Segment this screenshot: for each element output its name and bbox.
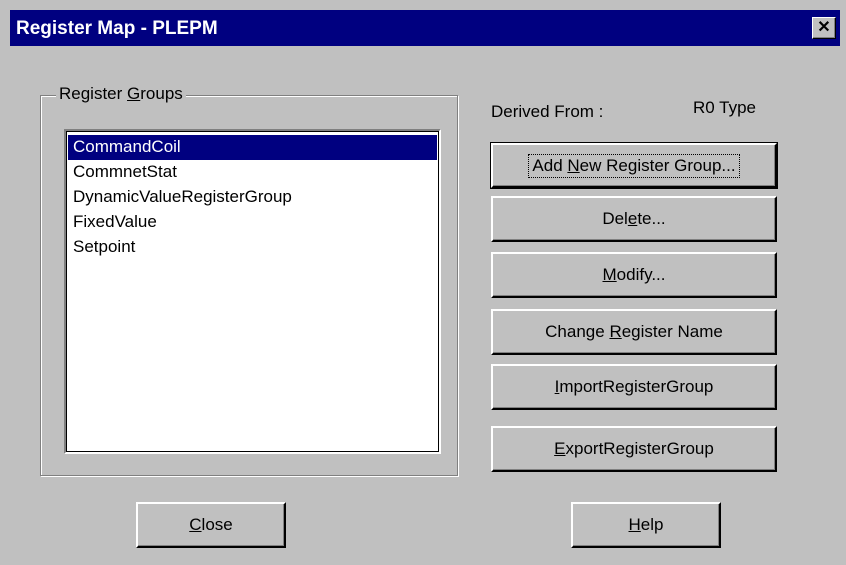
close-button[interactable]: Close bbox=[136, 502, 286, 548]
add-button-label: Add New Register Group... bbox=[528, 153, 740, 178]
derived-from-value: R0 Type bbox=[693, 98, 757, 117]
import-button-label: ImportRegisterGroup bbox=[554, 377, 714, 396]
list-item[interactable]: Setpoint bbox=[68, 235, 437, 260]
change-button-label: Change Register Name bbox=[545, 322, 723, 341]
derived-from-label: Derived From : bbox=[491, 102, 604, 121]
export-register-group-button[interactable]: ExportRegisterGroup bbox=[491, 426, 777, 472]
delete-button[interactable]: Delete... bbox=[491, 196, 777, 242]
title-bar: Register Map - PLEPM ✕ bbox=[10, 10, 840, 46]
close-icon[interactable]: ✕ bbox=[812, 17, 836, 39]
import-register-group-button[interactable]: ImportRegisterGroup bbox=[491, 364, 777, 410]
help-button-label: Help bbox=[628, 515, 664, 534]
add-new-register-group-button[interactable]: Add New Register Group... bbox=[490, 142, 778, 189]
change-register-name-button[interactable]: Change Register Name bbox=[491, 309, 777, 355]
delete-button-label: Delete... bbox=[602, 209, 666, 228]
modify-button[interactable]: Modify... bbox=[491, 252, 777, 298]
list-item[interactable]: FixedValue bbox=[68, 210, 437, 235]
list-item[interactable]: CommandCoil bbox=[68, 135, 437, 160]
list-item[interactable]: CommnetStat bbox=[68, 160, 437, 185]
list-item[interactable]: DynamicValueRegisterGroup bbox=[68, 185, 437, 210]
register-groups-list[interactable]: CommandCoil CommnetStat DynamicValueRegi… bbox=[64, 129, 441, 454]
help-button[interactable]: Help bbox=[571, 502, 721, 548]
window-title: Register Map - PLEPM bbox=[16, 18, 218, 39]
export-button-label: ExportRegisterGroup bbox=[554, 439, 714, 458]
modify-button-label: Modify... bbox=[602, 265, 666, 284]
close-button-label: Close bbox=[189, 515, 233, 534]
register-groups-legend: Register Groups bbox=[56, 84, 186, 104]
